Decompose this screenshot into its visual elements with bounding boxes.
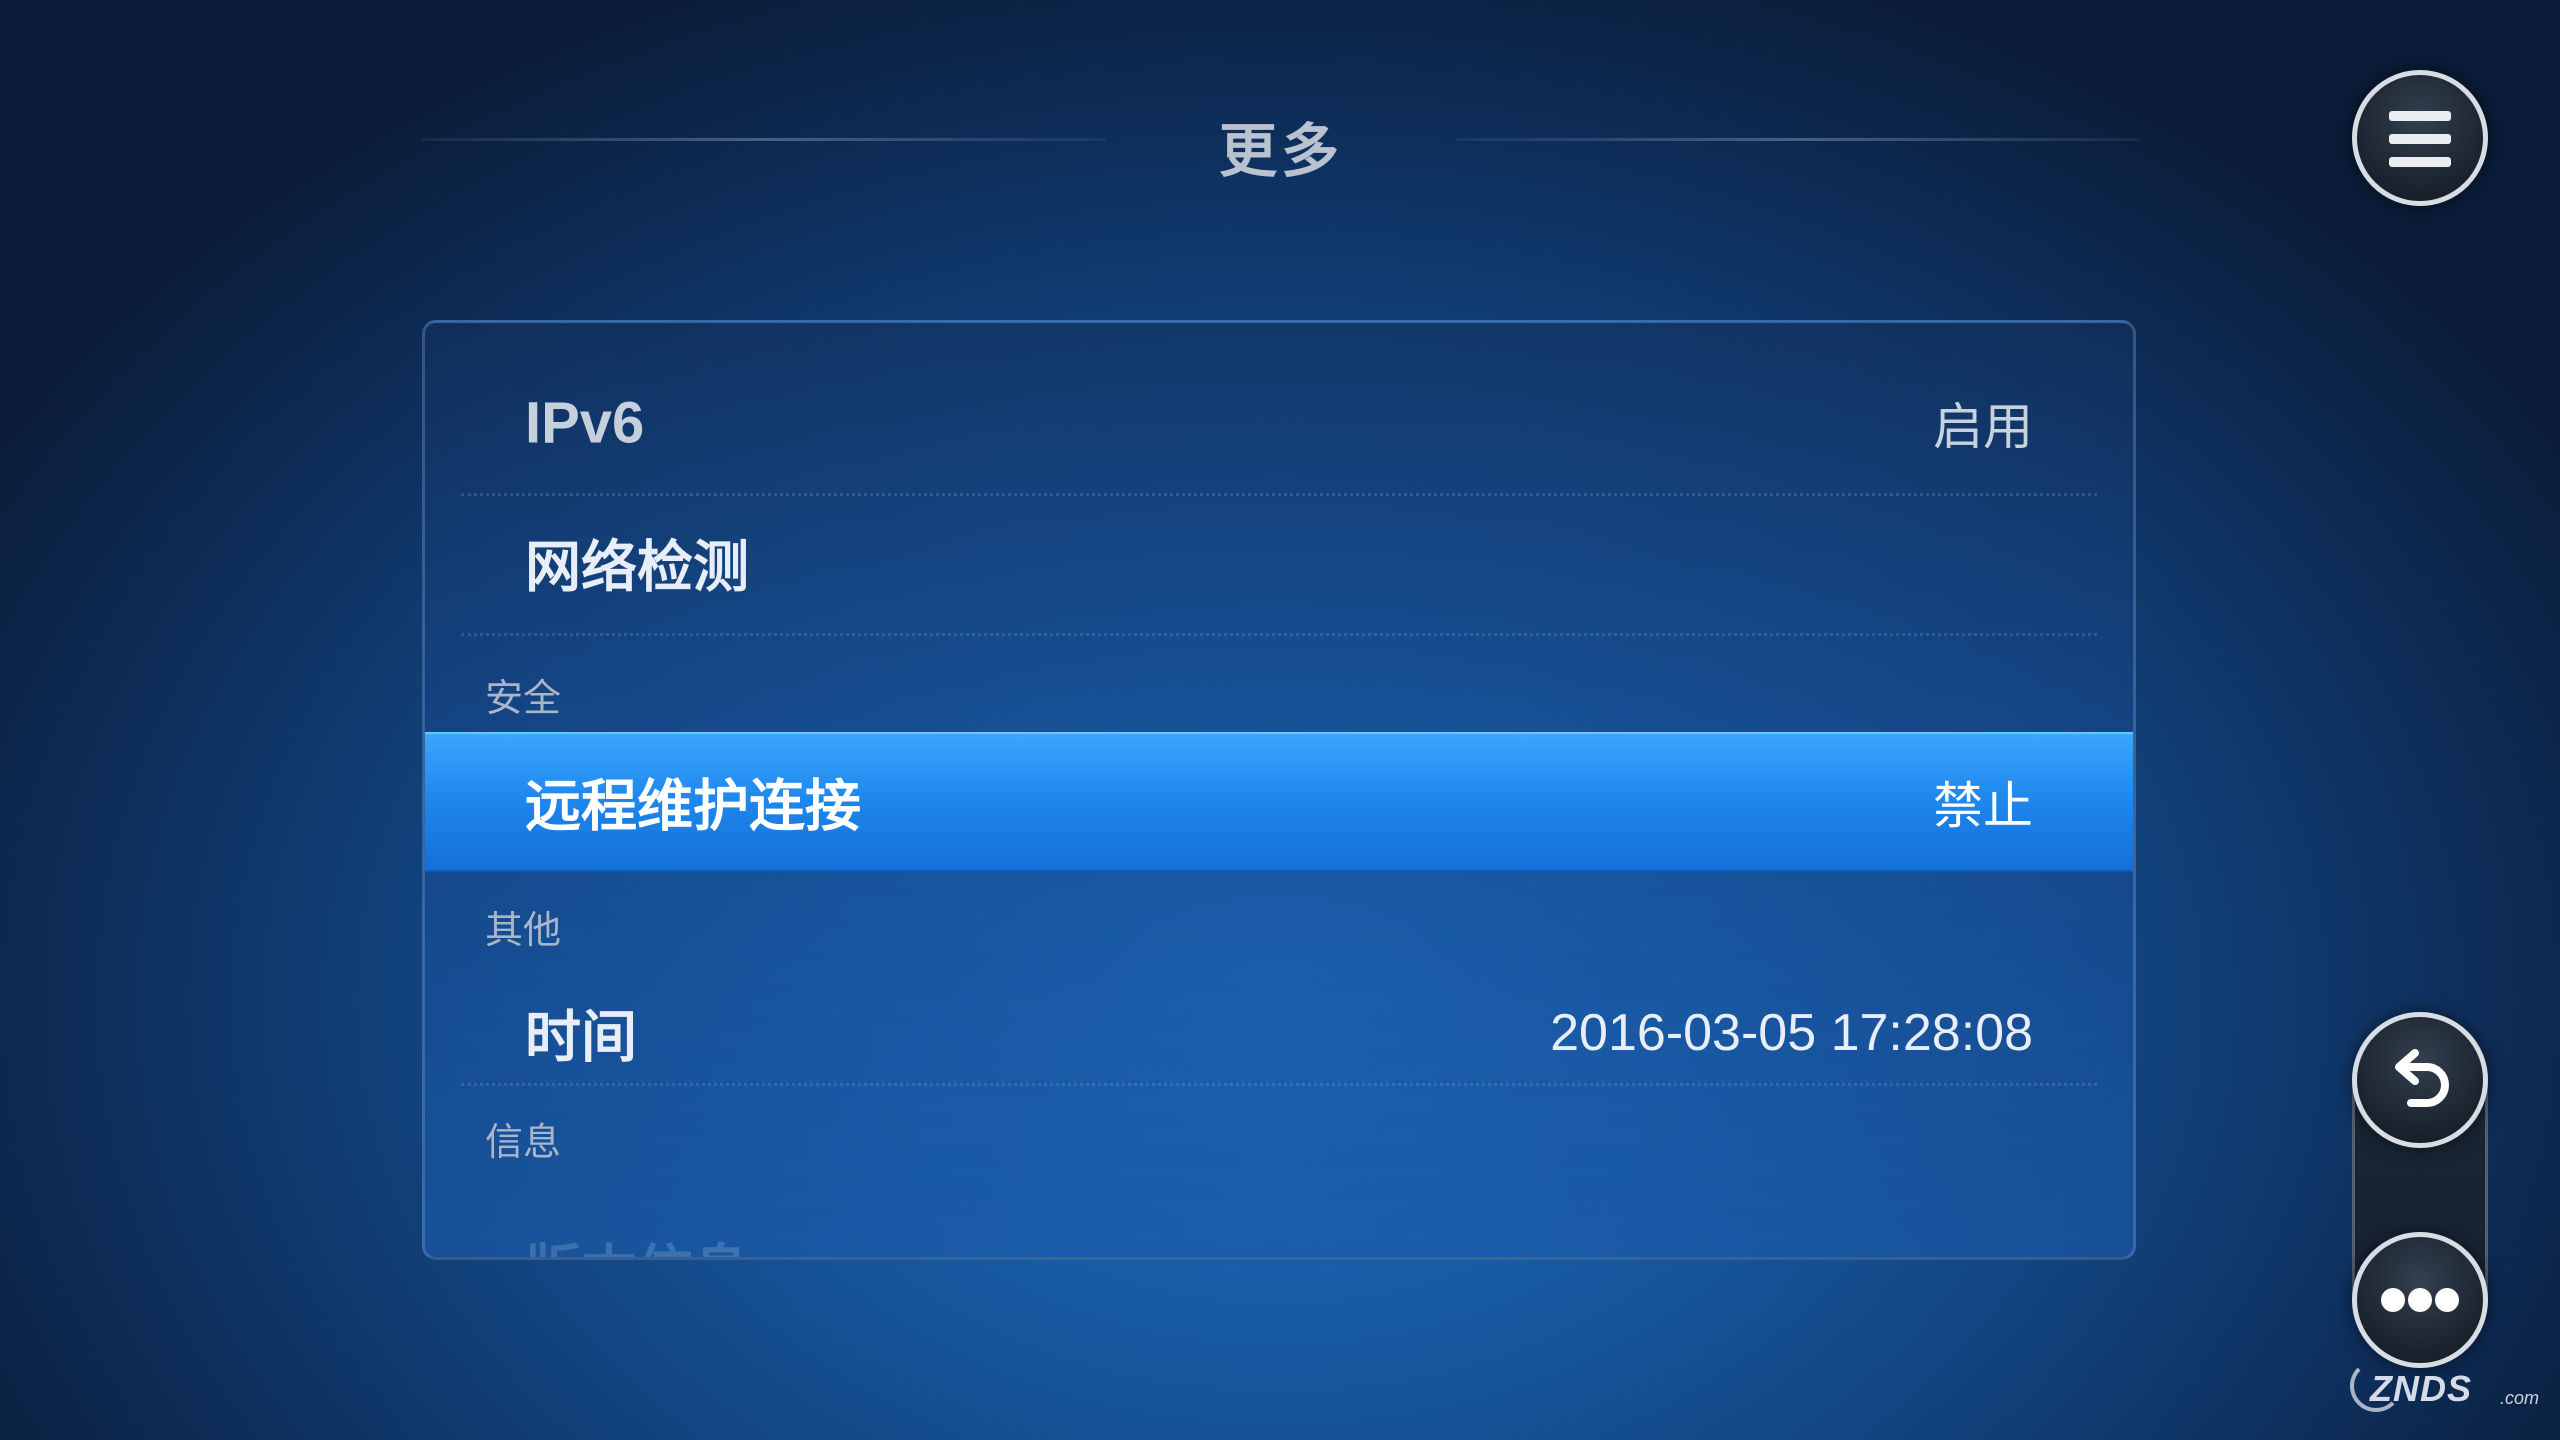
back-button[interactable]	[2352, 1012, 2488, 1148]
menu-button[interactable]	[2352, 70, 2488, 206]
setting-row-ipv6[interactable]: IPv6 启用	[425, 353, 2133, 493]
setting-value: 禁止	[1933, 777, 2033, 835]
setting-row-version-info[interactable]: 版本信息	[425, 1183, 2133, 1258]
row-divider	[461, 1083, 2097, 1086]
setting-label: 时间	[525, 1005, 637, 1071]
setting-row-remote-maintenance[interactable]: 远程维护连接 禁止	[425, 732, 2133, 872]
back-arrow-icon	[2395, 1049, 2449, 1107]
setting-label: 网络检测	[525, 535, 749, 601]
setting-label: 远程维护连接	[525, 774, 861, 840]
setting-row-network-check[interactable]: 网络检测	[425, 493, 2133, 633]
setting-row-time[interactable]: 时间 2016-03-05 17:28:08	[425, 963, 2133, 1103]
watermark-suffix: .com	[2500, 1388, 2540, 1408]
more-options-button[interactable]	[2352, 1232, 2488, 1368]
section-header-info: 信息	[485, 1120, 562, 1164]
more-dots-icon	[2381, 1288, 2459, 1312]
page-title: 更多	[1218, 117, 1343, 185]
watermark-brand: ZNDS	[2370, 1368, 2472, 1409]
settings-panel: IPv6 启用 网络检测 安全 远程维护连接 禁止 其他 时间 2016-03-…	[422, 320, 2136, 1260]
header-divider-right	[1456, 138, 2140, 141]
znds-watermark-logo: ZNDS .com	[2348, 1350, 2539, 1412]
setting-label: IPv6	[525, 390, 645, 456]
section-header-other: 其他	[485, 908, 562, 952]
setting-value: 启用	[1933, 398, 2033, 456]
row-divider	[461, 633, 2097, 636]
header-divider-left	[422, 138, 1106, 141]
setting-label: 版本信息	[525, 1227, 749, 1258]
hamburger-menu-icon	[2389, 111, 2451, 167]
setting-value: 2016-03-05 17:28:08	[1550, 1004, 2033, 1062]
section-header-security: 安全	[485, 676, 562, 720]
